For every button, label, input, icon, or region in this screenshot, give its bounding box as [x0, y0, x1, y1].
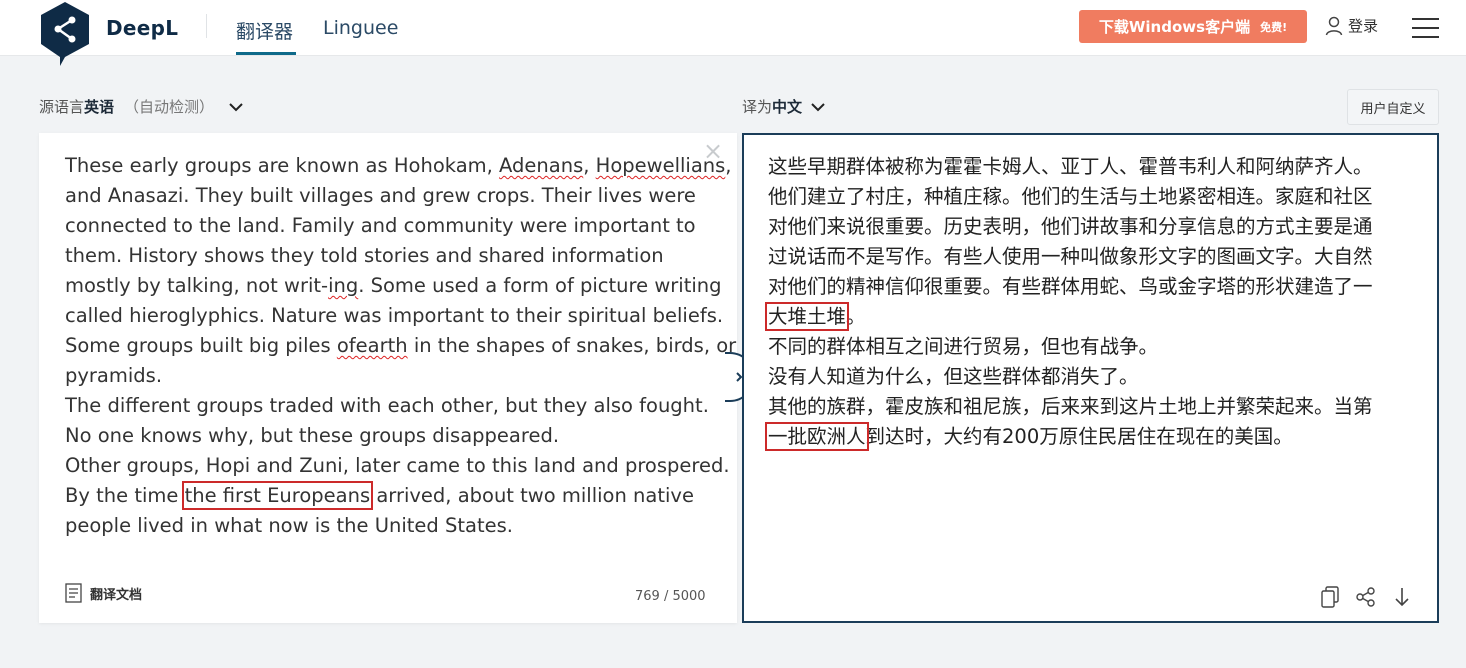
source-text-line: Other groups, Hopi and Zuni, later came …: [65, 451, 730, 481]
character-counter: 769 / 5000: [635, 589, 706, 604]
text-segment: No one knows why, but these groups disap…: [65, 424, 560, 447]
spellcheck-flagged-word: ofearth: [336, 334, 408, 357]
source-text-line: and Anasazi. They built villages and gre…: [65, 181, 715, 211]
translation-text-line: 不同的群体相互之间进行贸易，但也有战争。: [768, 332, 1408, 362]
download-arrow-icon[interactable]: [1391, 585, 1413, 609]
login-label: 登录: [1348, 17, 1379, 35]
text-segment: 没有人知道为什么，但这些群体都消失了。: [768, 365, 1139, 388]
translation-text-line: 大堆土堆。: [764, 302, 1408, 332]
text-segment: . Some used a form of picture writing: [358, 274, 722, 297]
text-segment: Some groups built big piles: [65, 334, 337, 357]
chevron-down-icon: [811, 102, 825, 111]
translation-text-line: 对他们来说很重要。历史表明，他们讲故事和分享信息的方式主要是通: [768, 212, 1408, 242]
tab-linguee[interactable]: Linguee: [323, 17, 398, 39]
translation-text-line: 一批欧洲人到达时，大约有200万原住民居住在现在的美国。: [765, 422, 1408, 452]
highlighted-phrase: the first Europeans: [181, 481, 374, 510]
text-segment: 过说话而不是写作。有些人使用一种叫做象形文字的图画文字。大自然: [768, 245, 1373, 268]
share-icon[interactable]: [1355, 585, 1377, 609]
text-segment: 到达时，大约有200万原住民居住在现在的美国。: [865, 425, 1293, 448]
text-segment: 对他们的精神信仰很重要。有些群体用蛇、鸟或金字塔的形状建造了一: [768, 275, 1373, 298]
download-button-label: 下载Windows客户端: [1098, 18, 1251, 36]
source-language-selector[interactable]: 源语言 英语 （自动检测）: [39, 96, 244, 117]
target-text-panel: 这些早期群体被称为霍霍卡姆人、亚丁人、霍普韦利人和阿纳萨齐人。 他们建立了村庄，种…: [742, 133, 1439, 623]
source-text-line: By the time the first Europeans arrived,…: [65, 481, 715, 511]
source-text-line: connected to the land. Family and commun…: [65, 211, 715, 241]
brand-name[interactable]: DeepL: [106, 16, 178, 40]
text-segment: arrived, about two million native: [370, 484, 694, 507]
source-textarea[interactable]: These early groups are known as Hohokam,…: [65, 151, 736, 541]
translation-text-line: 这些早期群体被称为霍霍卡姆人、亚丁人、霍普韦利人和阿纳萨齐人。: [768, 152, 1408, 182]
highlighted-phrase: 大堆土堆: [764, 302, 850, 331]
source-text-line: The different groups traded with each ot…: [65, 391, 715, 421]
translate-document-button[interactable]: 翻译文档: [65, 583, 142, 603]
source-text-panel[interactable]: These early groups are known as Hohokam,…: [39, 133, 737, 623]
auto-detect-label: （自动检测）: [124, 98, 215, 116]
source-text-line: These early groups are known as Hohokam,…: [65, 151, 732, 181]
glossary-button[interactable]: 用户自定义: [1347, 89, 1439, 125]
hamburger-menu-icon[interactable]: [1412, 18, 1439, 38]
source-text-line: people lived in what now is the United S…: [65, 511, 715, 541]
text-segment: people lived in what now is the United S…: [65, 514, 513, 537]
translate-document-label: 翻译文档: [90, 587, 143, 603]
text-segment: By the time: [65, 484, 185, 507]
text-segment: 不同的群体相互之间进行贸易，但也有战争。: [768, 335, 1159, 358]
source-text-line: pyramids.: [65, 361, 715, 391]
download-windows-button[interactable]: 下载Windows客户端 免费!: [1079, 10, 1307, 43]
translation-text-line: 过说话而不是写作。有些人使用一种叫做象形文字的图画文字。大自然: [768, 242, 1408, 272]
translation-text-line: 对他们的精神信仰很重要。有些群体用蛇、鸟或金字塔的形状建造了一: [768, 272, 1408, 302]
text-segment: connected to the land. Family and commun…: [65, 214, 696, 237]
source-language-prefix: 源语言: [39, 98, 85, 116]
header-divider: [206, 14, 207, 38]
tab-translator[interactable]: 翻译器: [236, 17, 293, 44]
copy-icon[interactable]: [1319, 585, 1341, 609]
output-toolbar: [1319, 585, 1413, 609]
translation-text-line: 他们建立了村庄，种植庄稼。他们的生活与土地紧密相连。家庭和社区: [768, 182, 1408, 212]
text-segment: 他们建立了村庄，种植庄稼。他们的生活与土地紧密相连。家庭和社区: [768, 185, 1373, 208]
source-text-line: them. History shows they told stories an…: [65, 241, 715, 271]
target-language-name: 中文: [772, 98, 803, 116]
spellcheck-flagged-word: ing: [328, 274, 359, 297]
highlighted-phrase: 一批欧洲人: [765, 422, 869, 451]
text-segment: The different groups traded with each ot…: [65, 394, 709, 417]
text-segment: 对他们来说很重要。历史表明，他们讲故事和分享信息的方式主要是通: [768, 215, 1373, 238]
source-text-line: Some groups built big piles ofearth in t…: [65, 331, 736, 361]
text-segment: These early groups are known as Hohokam,: [65, 154, 500, 177]
document-icon: [65, 583, 82, 603]
target-language-selector[interactable]: 译为 中文: [742, 96, 826, 117]
text-segment: 这些早期群体被称为霍霍卡姆人、亚丁人、霍普韦利人和阿纳萨齐人。: [768, 155, 1373, 178]
text-segment: them. History shows they told stories an…: [65, 244, 664, 267]
spellcheck-flagged-word: Adenans: [499, 154, 584, 177]
text-segment: ,: [583, 154, 596, 177]
translation-text-line: 没有人知道为什么，但这些群体都消失了。: [768, 362, 1408, 392]
translation-text-line: 其他的族群，霍皮族和祖尼族，后来来到这片土地上并繁荣起来。当第: [768, 392, 1408, 422]
login-button[interactable]: 登录: [1325, 15, 1378, 36]
text-segment: and Anasazi. They built villages and gre…: [65, 184, 696, 207]
user-icon: [1325, 16, 1343, 35]
source-text-line: called hieroglyphics. Nature was importa…: [65, 301, 723, 331]
deepl-logo-icon[interactable]: [38, 0, 92, 66]
text-segment: pyramids.: [65, 364, 163, 387]
top-header: DeepL 翻译器 Linguee 下载Windows客户端 免费! 登录: [0, 0, 1466, 66]
text-segment: called hieroglyphics. Nature was importa…: [65, 304, 724, 327]
close-icon[interactable]: ×: [703, 139, 723, 163]
source-text-line: mostly by talking, not writ-ing. Some us…: [65, 271, 722, 301]
text-segment: mostly by talking, not writ-: [65, 274, 329, 297]
source-language-name: 英语: [84, 98, 115, 116]
text-segment: in the shapes of snakes, birds, or: [407, 334, 737, 357]
active-tab-indicator: [236, 52, 296, 55]
source-text-line: No one knows why, but these groups disap…: [65, 421, 715, 451]
text-segment: ,: [725, 154, 732, 177]
translation-output[interactable]: 这些早期群体被称为霍霍卡姆人、亚丁人、霍普韦利人和阿纳萨齐人。 他们建立了村庄，种…: [764, 152, 1408, 452]
text-segment: 。: [846, 305, 866, 328]
text-segment: 其他的族群，霍皮族和祖尼族，后来来到这片土地上并繁荣起来。当第: [768, 395, 1373, 418]
text-segment: Other groups, Hopi and Zuni, later came …: [65, 454, 730, 477]
free-badge: 免费!: [1260, 20, 1288, 34]
chevron-down-icon: [229, 102, 243, 111]
target-language-prefix: 译为: [742, 98, 773, 116]
